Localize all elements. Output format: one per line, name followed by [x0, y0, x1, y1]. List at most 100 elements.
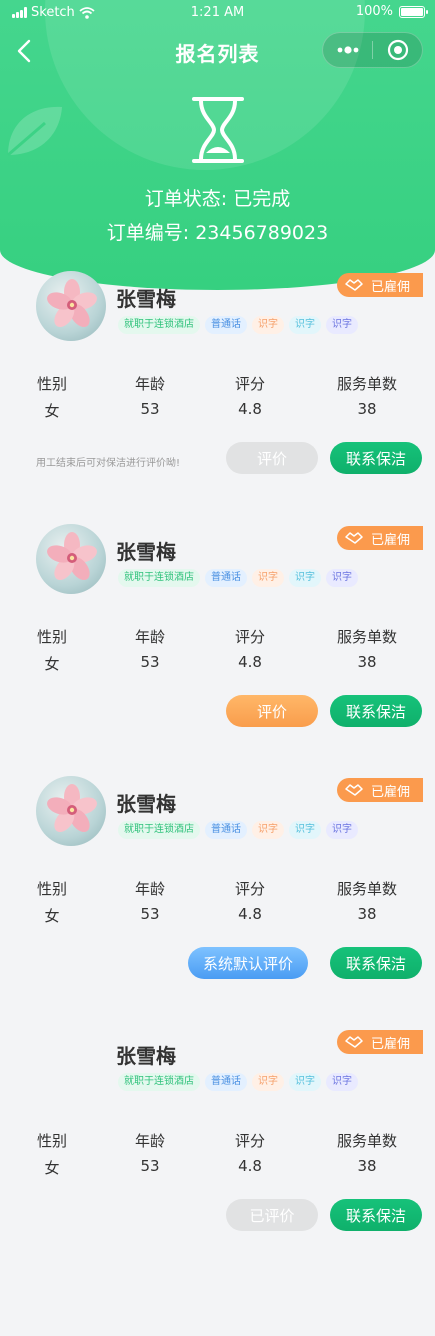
- tag-list: 就职于连锁酒店 普通话 识字 识字 识字: [118, 569, 358, 587]
- tag: 识字: [326, 1073, 358, 1091]
- stats-row: 性别 女 年龄 53 评分 4.8 服务单数 38: [12, 373, 423, 423]
- contact-cleaner-button[interactable]: 联系保洁: [330, 947, 422, 979]
- stat-label: 评分: [234, 880, 265, 898]
- handshake-icon: [345, 1036, 363, 1048]
- tag: 普通话: [205, 316, 247, 334]
- avatar: [36, 524, 106, 594]
- stat-label: 评分: [234, 1132, 265, 1150]
- stat-label: 性别: [36, 880, 67, 898]
- tag: 识字: [326, 569, 358, 587]
- stat-gender: 性别 女: [36, 373, 68, 421]
- avatar: [36, 776, 106, 846]
- tag: 就职于连锁酒店: [118, 569, 200, 587]
- flower-photo: [47, 532, 97, 581]
- tag: 识字: [252, 569, 284, 587]
- stat-value: 38: [357, 1157, 377, 1175]
- stat-age: 年龄 53: [134, 1130, 166, 1175]
- hired-badge: 已雇佣: [337, 526, 423, 550]
- stat-label: 服务单数: [336, 375, 397, 393]
- tag: 普通话: [205, 821, 247, 839]
- more-dots-icon: [337, 46, 358, 54]
- stat-value: 4.8: [238, 1157, 262, 1175]
- tag: 就职于连锁酒店: [118, 821, 200, 839]
- order-number: 订单编号: 23456789023: [106, 222, 329, 244]
- stat-rating: 评分 4.8: [234, 1130, 266, 1175]
- stat-label: 服务单数: [336, 1132, 397, 1150]
- tag: 普通话: [205, 1073, 247, 1091]
- stats-row: 性别 女 年龄 53 评分 4.8 服务单数 38: [12, 878, 423, 928]
- tag: 就职于连锁酒店: [118, 316, 200, 334]
- navigation-bar: 报名列表: [0, 30, 435, 72]
- stat-value: 53: [140, 1157, 160, 1175]
- flower-photo: [47, 279, 97, 328]
- stat-value: 38: [357, 400, 377, 418]
- avatar: [36, 271, 106, 341]
- hired-badge: 已雇佣: [337, 778, 423, 802]
- stat-label: 服务单数: [336, 628, 397, 646]
- stat-value: 女: [44, 907, 60, 925]
- contact-cleaner-button[interactable]: 联系保洁: [330, 695, 422, 727]
- rated-button[interactable]: 已评价: [226, 1199, 318, 1231]
- handshake-icon: [345, 784, 363, 796]
- stat-rating: 评分 4.8: [234, 373, 266, 418]
- contact-cleaner-button[interactable]: 联系保洁: [330, 442, 422, 474]
- order-status: 订单状态: 已完成: [144, 188, 291, 210]
- more-button[interactable]: [323, 33, 372, 67]
- status-bar: Sketch 1:21 AM 100%: [0, 0, 435, 26]
- tag: 识字: [289, 569, 321, 587]
- tag: 识字: [252, 1073, 284, 1091]
- worker-name: 张雪梅: [116, 792, 176, 816]
- hired-badge-label: 已雇佣: [371, 1036, 411, 1052]
- leaf-icon: [7, 106, 62, 157]
- stat-value: 4.8: [238, 653, 262, 671]
- stat-label: 性别: [36, 375, 67, 393]
- battery-icon: [399, 5, 428, 18]
- stat-gender: 性别 女: [36, 878, 68, 926]
- tag-list: 就职于连锁酒店 普通话 识字 识字 识字: [118, 316, 358, 334]
- flower-photo: [47, 784, 97, 833]
- stat-orders: 服务单数 38: [334, 373, 400, 418]
- rate-button[interactable]: 评价: [226, 695, 318, 727]
- stat-orders: 服务单数 38: [334, 626, 400, 671]
- tag: 识字: [252, 821, 284, 839]
- tag: 普通话: [205, 569, 247, 587]
- stat-gender: 性别 女: [36, 626, 68, 674]
- worker-name: 张雪梅: [116, 540, 176, 564]
- stat-label: 性别: [36, 628, 67, 646]
- stat-value: 女: [44, 1159, 60, 1177]
- stats-row: 性别 女 年龄 53 评分 4.8 服务单数 38: [12, 1130, 423, 1180]
- tag: 识字: [252, 316, 284, 334]
- hired-badge: 已雇佣: [337, 273, 423, 297]
- rate-button[interactable]: 评价: [226, 442, 318, 474]
- tag: 识字: [326, 316, 358, 334]
- stat-orders: 服务单数 38: [334, 1130, 400, 1175]
- tag: 识字: [326, 821, 358, 839]
- hired-badge-label: 已雇佣: [371, 532, 411, 548]
- close-button[interactable]: [373, 33, 422, 67]
- stat-label: 性别: [36, 1132, 67, 1150]
- stat-age: 年龄 53: [134, 878, 166, 923]
- tag-list: 就职于连锁酒店 普通话 识字 识字 识字: [118, 1073, 358, 1091]
- hired-badge-label: 已雇佣: [371, 279, 411, 295]
- tag: 就职于连锁酒店: [118, 1073, 200, 1091]
- tag: 识字: [289, 821, 321, 839]
- tag: 识字: [289, 1073, 321, 1091]
- tag: 识字: [289, 316, 321, 334]
- stat-value: 53: [140, 400, 160, 418]
- stat-label: 年龄: [134, 375, 165, 393]
- stat-gender: 性别 女: [36, 1130, 68, 1178]
- stat-value: 53: [140, 653, 160, 671]
- stats-row: 性别 女 年龄 53 评分 4.8 服务单数 38: [12, 626, 423, 676]
- tag-list: 就职于连锁酒店 普通话 识字 识字 识字: [118, 821, 358, 839]
- stat-rating: 评分 4.8: [234, 626, 266, 671]
- hourglass-icon: [192, 97, 244, 163]
- stat-value: 38: [357, 905, 377, 923]
- stat-age: 年龄 53: [134, 626, 166, 671]
- handshake-icon: [345, 532, 363, 544]
- handshake-icon: [345, 279, 363, 291]
- default-rating-button[interactable]: 系统默认评价: [188, 947, 308, 979]
- worker-name: 张雪梅: [116, 287, 176, 311]
- stat-label: 年龄: [134, 1132, 165, 1150]
- contact-cleaner-button[interactable]: 联系保洁: [330, 1199, 422, 1231]
- stat-value: 女: [44, 655, 60, 673]
